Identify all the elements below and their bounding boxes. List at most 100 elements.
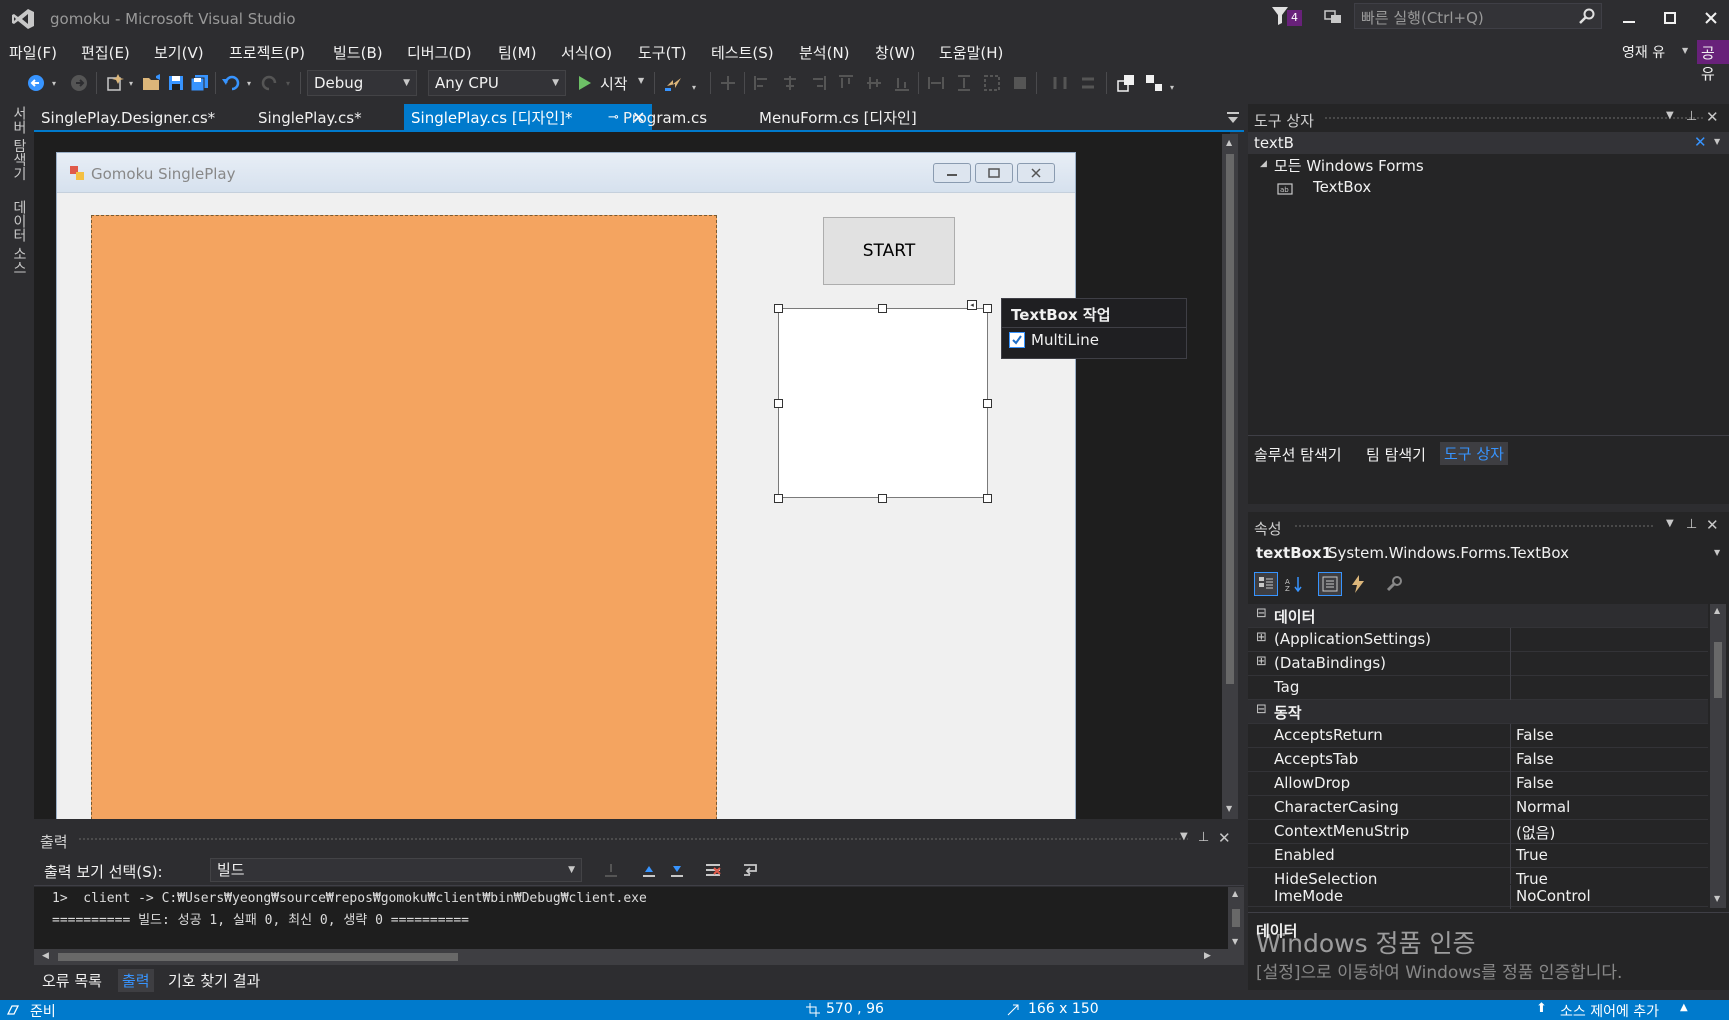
collapse-icon[interactable]: ⊟	[1256, 702, 1267, 717]
undo-icon[interactable]	[221, 73, 241, 93]
tab-list-dropdown-icon[interactable]	[1224, 108, 1242, 128]
resize-handle[interactable]	[878, 494, 887, 503]
scrollbar-thumb[interactable]	[58, 953, 458, 961]
align-centers-icon[interactable]	[780, 73, 800, 93]
property-row[interactable]: AllowDrop False	[1248, 772, 1708, 796]
property-row[interactable]: ImeMode NoControl	[1248, 885, 1708, 909]
scroll-up-icon[interactable]: ▲	[1226, 138, 1232, 147]
data-sources-tab[interactable]: 데이터 소스	[9, 200, 29, 274]
menu-build[interactable]: 빌드(B)	[333, 42, 383, 63]
tab-program-cs[interactable]: Program.cs	[616, 104, 746, 132]
menu-team[interactable]: 팀(M)	[498, 42, 536, 63]
resize-handle[interactable]	[774, 399, 783, 408]
property-row[interactable]: ⊞ (DataBindings)	[1248, 652, 1708, 676]
new-project-icon[interactable]	[105, 73, 125, 93]
scroll-down-icon[interactable]: ▼	[1226, 804, 1232, 813]
alphabetical-view-icon[interactable]: AZ	[1282, 572, 1306, 596]
clear-search-icon[interactable]: ✕	[1694, 133, 1707, 151]
solution-platform-select[interactable]: Any CPU ▼	[428, 70, 566, 96]
browser-link-icon[interactable]	[662, 72, 686, 94]
output-source-select[interactable]: 빌드 ▼	[210, 858, 582, 882]
back-dropdown-icon[interactable]: ▾	[49, 73, 59, 93]
start-button[interactable]: START	[823, 217, 955, 285]
share-button[interactable]: 공유	[1697, 40, 1729, 83]
tab-singleplay-design[interactable]: SinglePlay.cs [디자인]* ⊸ ✕	[404, 104, 652, 132]
scrollbar-thumb[interactable]	[1226, 154, 1234, 684]
redo-icon[interactable]	[260, 73, 280, 93]
bring-to-front-icon[interactable]	[1116, 73, 1136, 93]
property-row[interactable]: CharacterCasing Normal	[1248, 796, 1708, 820]
collapse-icon[interactable]: ⊟	[1256, 606, 1267, 621]
tab-singleplay-cs[interactable]: SinglePlay.cs*	[251, 104, 421, 132]
menu-test[interactable]: 테스트(S)	[711, 42, 774, 63]
menu-analyze[interactable]: 분석(N)	[799, 42, 850, 63]
save-all-icon[interactable]	[189, 73, 211, 93]
go-to-previous-message-icon[interactable]	[600, 859, 622, 881]
menu-debug[interactable]: 디버그(D)	[407, 42, 472, 63]
tab-error-list[interactable]: 오류 목록	[42, 970, 102, 991]
categorized-view-icon[interactable]	[1254, 572, 1278, 596]
save-icon[interactable]	[166, 73, 186, 93]
pin-icon[interactable]: ⊥	[1686, 109, 1697, 124]
make-same-width-icon[interactable]	[926, 73, 946, 93]
multiline-checkbox[interactable]	[1009, 332, 1025, 348]
events-lightning-icon[interactable]	[1346, 572, 1370, 596]
align-middles-icon[interactable]	[864, 73, 884, 93]
make-same-height-icon[interactable]	[954, 73, 974, 93]
resize-handle[interactable]	[774, 304, 783, 313]
property-row[interactable]: AcceptsReturn False	[1248, 724, 1708, 748]
align-rights-icon[interactable]	[808, 73, 828, 93]
collapse-triangle-icon[interactable]: ◢	[1260, 159, 1267, 169]
open-file-icon[interactable]	[141, 73, 163, 93]
align-lefts-icon[interactable]	[752, 73, 772, 93]
designer-vertical-scrollbar[interactable]: ▲ ▼	[1222, 134, 1238, 819]
resize-handle[interactable]	[983, 304, 992, 313]
property-row[interactable]: HideSelection True	[1248, 868, 1708, 884]
tab-menuform-design[interactable]: MenuForm.cs [디자인]	[752, 104, 952, 132]
user-account[interactable]: 영재 유	[1622, 42, 1665, 62]
menu-edit[interactable]: 편집(E)	[81, 42, 130, 63]
resize-handle[interactable]	[983, 494, 992, 503]
menu-help[interactable]: 도움말(H)	[939, 42, 1003, 63]
output-vertical-scrollbar[interactable]: ▲ ▼	[1228, 887, 1244, 949]
menu-format[interactable]: 서식(O)	[561, 42, 612, 63]
form-designer-surface[interactable]: Gomoku SinglePlay START ◂ TextBox 작업 Mul…	[34, 132, 1230, 819]
properties-scrollbar[interactable]: ▲ ▼	[1710, 604, 1726, 908]
quick-launch-input[interactable]: 빠른 실행(Ctrl+Q)	[1354, 3, 1602, 29]
property-row[interactable]: Tag	[1248, 676, 1708, 700]
property-row[interactable]: Enabled True	[1248, 844, 1708, 868]
smart-tag-glyph-icon[interactable]: ◂	[967, 300, 977, 310]
close-pane-icon[interactable]: ✕	[1706, 108, 1719, 126]
toggle-word-wrap-icon[interactable]	[740, 859, 762, 881]
minimize-window-button[interactable]	[1614, 6, 1644, 30]
menu-view[interactable]: 보기(V)	[154, 42, 204, 63]
server-explorer-tab[interactable]: 서버 탐색기	[9, 106, 29, 180]
gomoku-board-panel[interactable]	[91, 215, 717, 819]
pane-menu-icon[interactable]: ▼	[1666, 110, 1674, 121]
close-pane-icon[interactable]: ✕	[1706, 516, 1719, 534]
close-window-button[interactable]	[1696, 6, 1726, 30]
align-to-grid-icon[interactable]	[718, 73, 738, 93]
layout-toolbar-overflow-icon[interactable]: ▾	[1166, 80, 1178, 94]
toolbar-overflow-icon[interactable]: ▾	[688, 80, 700, 94]
align-bottoms-icon[interactable]	[892, 73, 912, 93]
property-row[interactable]: ContextMenuStrip (없음)	[1248, 820, 1708, 844]
resize-handle[interactable]	[878, 304, 887, 313]
menu-window[interactable]: 창(W)	[875, 42, 915, 63]
properties-view-icon[interactable]	[1318, 572, 1342, 596]
menu-file[interactable]: 파일(F)	[9, 42, 57, 63]
menu-project[interactable]: 프로젝트(P)	[229, 42, 305, 63]
gomoku-form[interactable]: Gomoku SinglePlay START ◂ TextBox 작업 Mul…	[56, 152, 1187, 819]
navigate-back-icon[interactable]	[26, 73, 46, 93]
resize-handle[interactable]	[774, 494, 783, 503]
size-to-grid-icon[interactable]	[1010, 73, 1030, 93]
tab-find-symbol-results[interactable]: 기호 찾기 결과	[168, 970, 260, 991]
solution-configuration-select[interactable]: Debug ▼	[307, 70, 417, 96]
horizontal-spacing-icon[interactable]	[1050, 73, 1070, 93]
output-text-area[interactable]: 1> client -> C:₩Users₩yeong₩source₩repos…	[34, 887, 1228, 949]
property-category-data[interactable]: ⊟ 데이터	[1248, 604, 1708, 628]
output-horizontal-scrollbar[interactable]: ◀ ▶	[34, 949, 1244, 965]
navigate-forward-icon[interactable]	[69, 73, 89, 93]
textbox1-multiline[interactable]	[778, 308, 988, 498]
undo-dropdown-icon[interactable]: ▾	[244, 73, 254, 93]
